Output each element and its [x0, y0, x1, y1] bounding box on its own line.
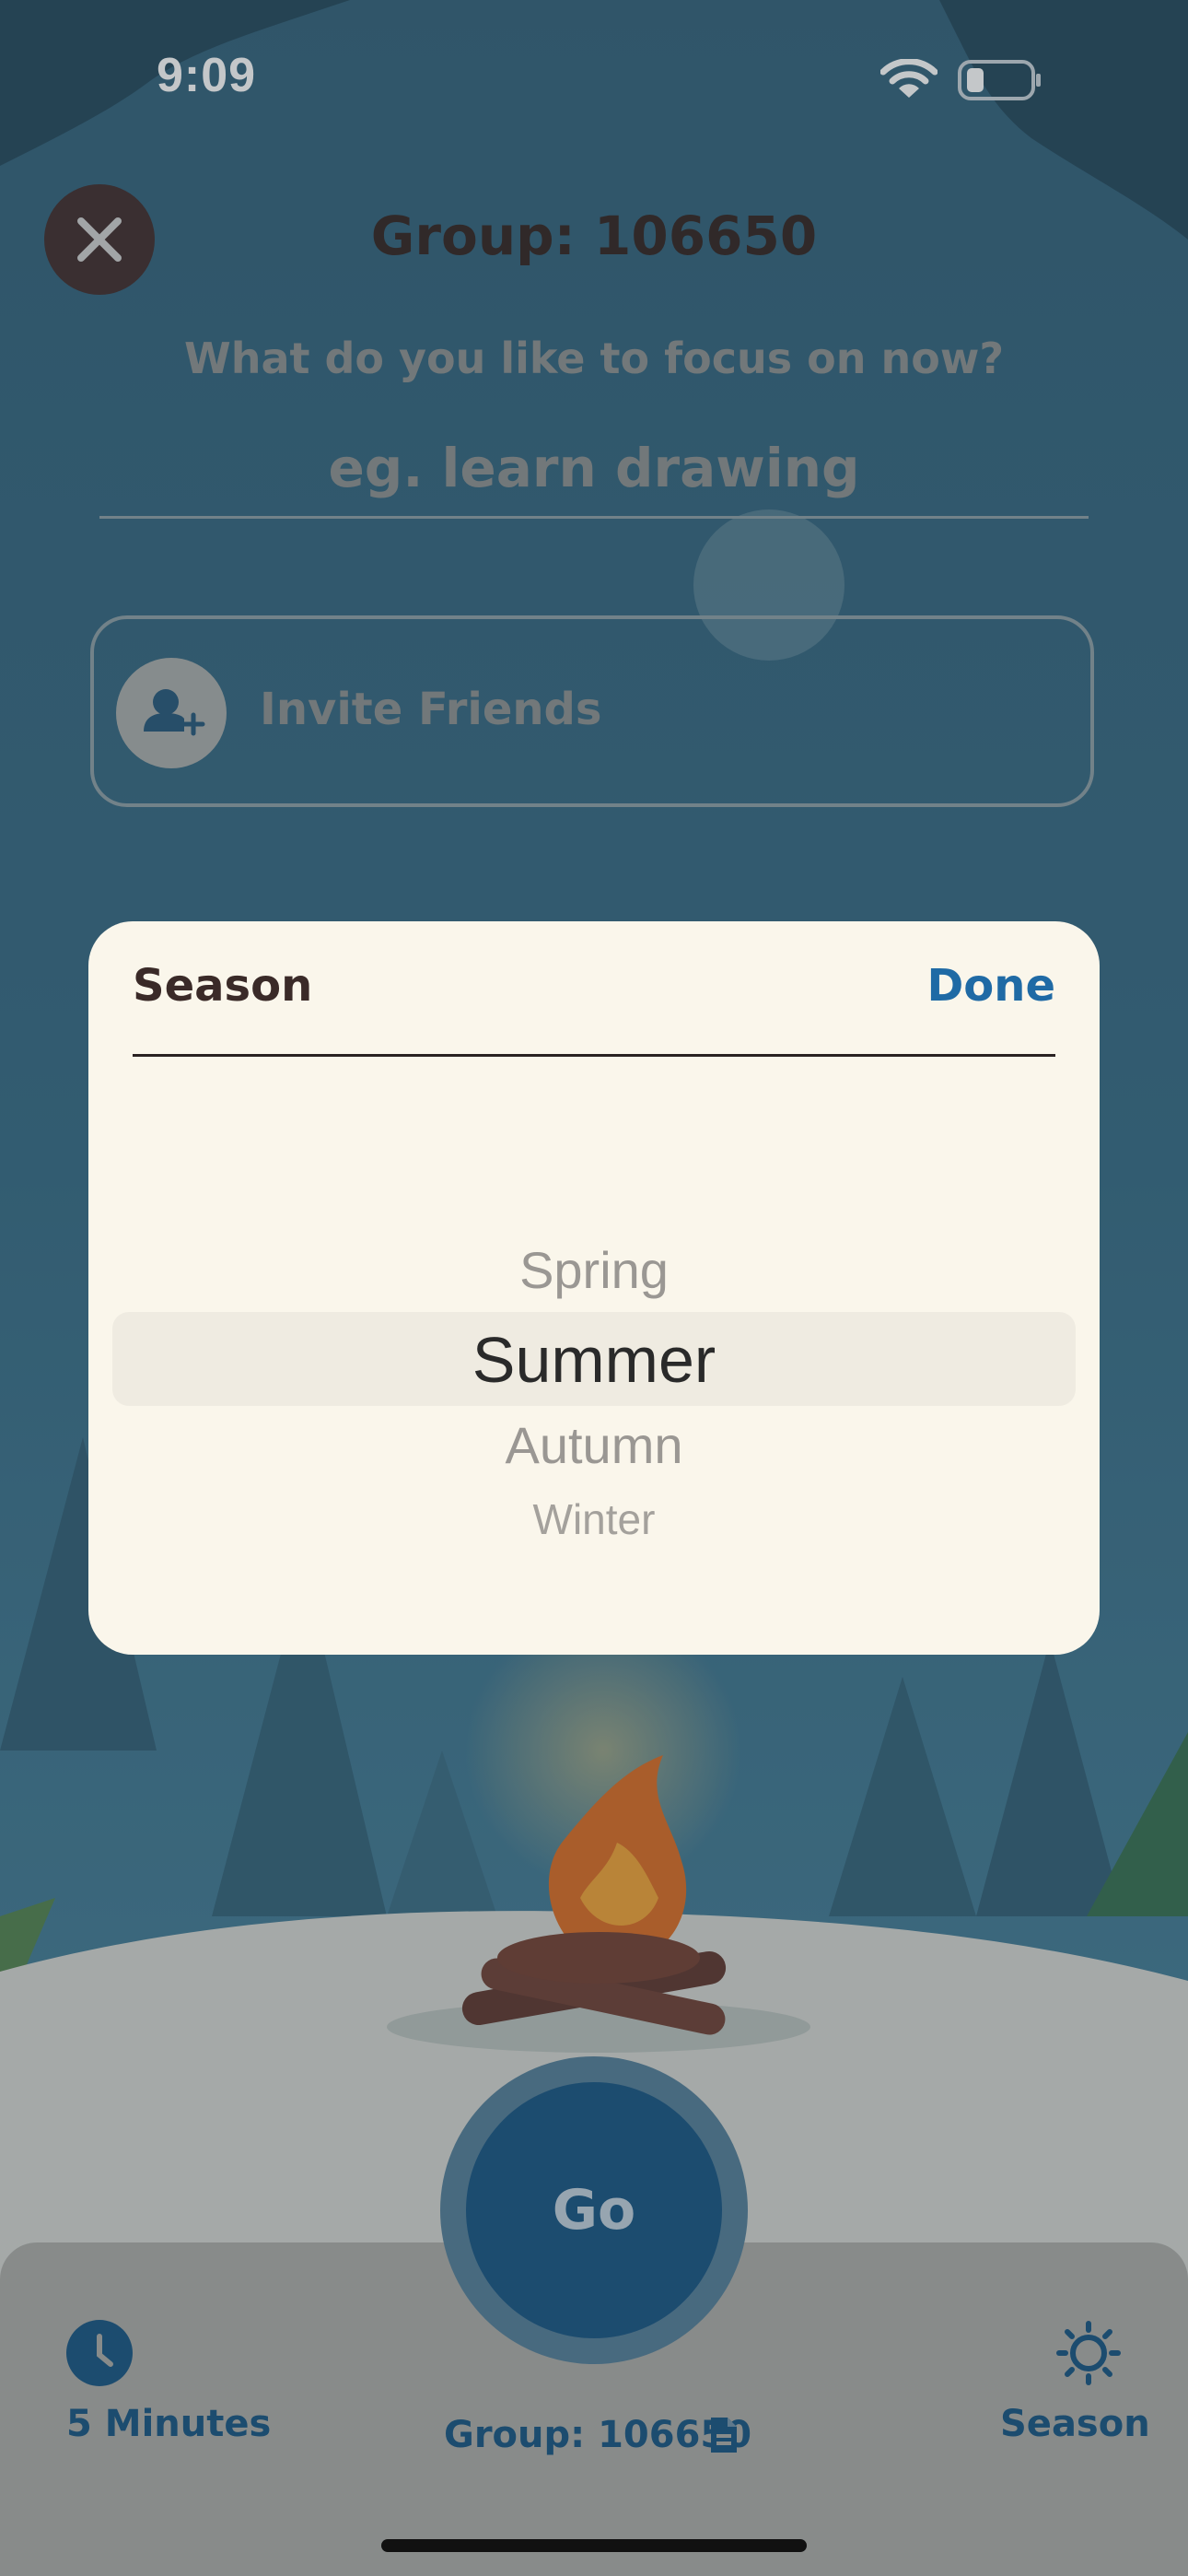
picker-option-spring[interactable]: Spring [88, 1240, 1100, 1300]
app-screen: 9:09 Group: 106650 What do you like to f… [0, 0, 1188, 2576]
picker-option-autumn[interactable]: Autumn [88, 1415, 1100, 1475]
modal-title: Season [133, 960, 313, 1012]
picker-option-summer[interactable]: Summer [88, 1323, 1100, 1397]
home-indicator [381, 2539, 807, 2552]
done-button[interactable]: Done [926, 960, 1055, 1012]
picker-option-winter[interactable]: Winter [88, 1494, 1100, 1544]
season-picker-modal: Season Done Spring Summer Autumn Winter [88, 921, 1100, 1655]
divider [133, 1054, 1055, 1057]
